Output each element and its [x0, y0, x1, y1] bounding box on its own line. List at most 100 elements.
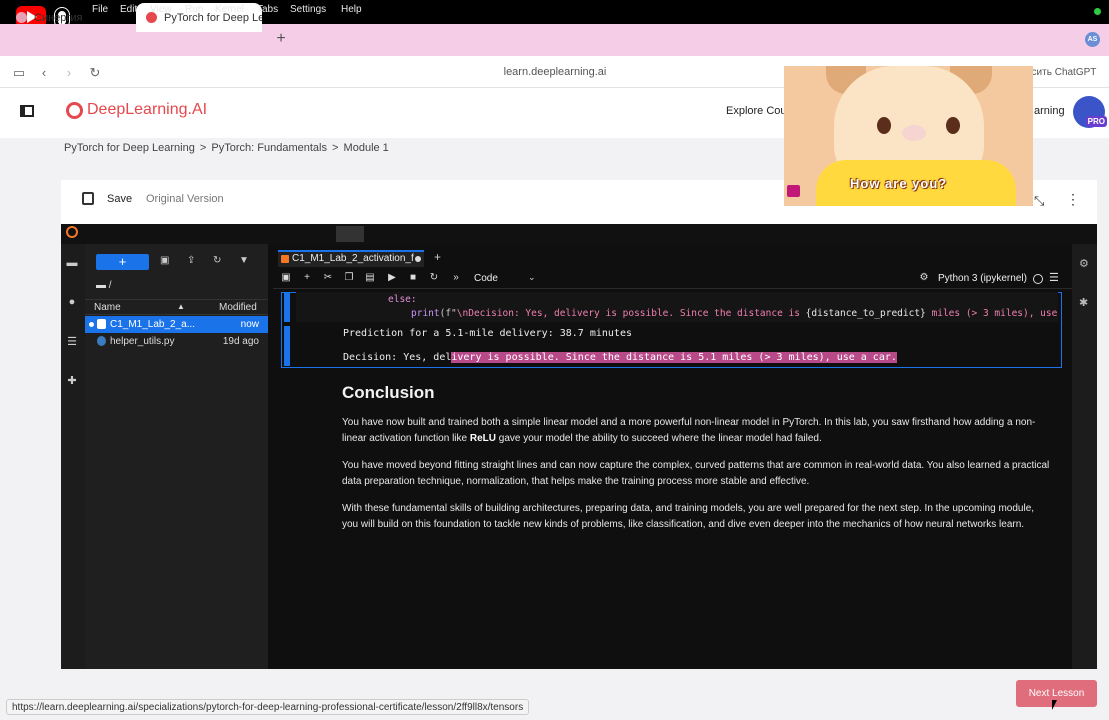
path-text: /	[108, 280, 112, 291]
cell-type-select[interactable]: Code	[474, 273, 498, 284]
user-avatar[interactable]: PRO	[1073, 96, 1107, 128]
menu-view[interactable]: View	[150, 4, 172, 15]
code-string: \nDecision: Yes, delivery is possible. S…	[456, 308, 806, 319]
new-launcher-button[interactable]: +	[96, 254, 149, 270]
back-arrow-icon[interactable]: ‹	[36, 65, 52, 80]
code-string-tail: miles (> 3 miles), use	[925, 308, 1058, 319]
run-all-icon[interactable]: »	[450, 272, 462, 283]
character-eye	[877, 117, 891, 134]
file-path[interactable]: ▬ /	[96, 280, 112, 291]
breadcrumb-course-part[interactable]: PyTorch: Fundamentals	[211, 142, 327, 154]
refresh-icon[interactable]: ↻	[213, 255, 221, 266]
file-row-helper[interactable]: helper_utils.py 19d ago	[85, 333, 268, 350]
sinergia-favicon-icon	[16, 12, 27, 23]
logo-text: DeepLearning.AI	[87, 101, 208, 118]
chatgpt-extension-label[interactable]: осить ChatGPT	[1026, 67, 1096, 78]
output-plain-text: Decision: Yes, del	[343, 352, 452, 363]
conclusion-heading: Conclusion	[342, 383, 435, 402]
run-icon[interactable]: ▶	[386, 272, 398, 283]
url-field[interactable]: learn.deeplearning.ai	[460, 66, 650, 78]
code-line-print: print(f"\nDecision: Yes, delivery is pos…	[411, 308, 1057, 319]
menu-tabs[interactable]: Tabs	[257, 4, 278, 15]
output-selected-text[interactable]: ivery is possible. Since the distance is…	[451, 352, 897, 363]
folder-icon[interactable]: ▬	[65, 257, 79, 269]
tab-label: Синергия	[34, 11, 83, 24]
breadcrumb-separator: >	[332, 142, 339, 154]
conclusion-paragraph-1: You have now built and trained both a si…	[342, 415, 1052, 447]
menu-run[interactable]: Run	[185, 4, 203, 15]
breadcrumb-course[interactable]: PyTorch for Deep Learning	[64, 142, 195, 154]
my-learning-link[interactable]: arning	[1034, 105, 1065, 117]
menu-kernel[interactable]: Kernel	[215, 4, 244, 15]
forward-arrow-icon[interactable]: ›	[61, 65, 77, 80]
name-column-header[interactable]: Name	[94, 302, 121, 313]
character-eye	[946, 117, 960, 134]
filter-icon[interactable]: ▼	[239, 255, 249, 266]
code-fstring-prefix: (f"	[439, 308, 457, 319]
kernel-name[interactable]: Python 3 (ipykernel)	[938, 273, 1027, 284]
sort-up-icon[interactable]: ▲	[177, 302, 185, 311]
notebook-file-icon	[97, 319, 106, 329]
new-folder-icon[interactable]: ▣	[160, 255, 169, 266]
relu-bold: ReLU	[469, 433, 496, 444]
profile-avatar[interactable]: AS	[1085, 32, 1100, 47]
menu-file[interactable]: File	[92, 4, 108, 15]
cell-collapser[interactable]	[284, 292, 290, 322]
hamburger-menu-icon[interactable]: ☰	[1049, 271, 1059, 284]
chevron-down-icon[interactable]: ⌄	[528, 272, 536, 283]
file-modified: now	[240, 319, 259, 330]
expand-icon[interactable]: ⤡	[1034, 193, 1044, 209]
extensions-puzzle-icon[interactable]: ✚	[65, 374, 79, 387]
original-version-button[interactable]: Original Version	[146, 193, 224, 205]
character-mouth	[902, 125, 926, 141]
python-file-icon	[97, 336, 106, 346]
copy-icon[interactable]: ❐	[343, 272, 355, 283]
new-tab-button[interactable]: +	[272, 30, 290, 48]
kernel-settings-icon[interactable]: ⚙	[918, 272, 930, 283]
conclusion-paragraph-3: With these fundamental skills of buildin…	[342, 503, 1035, 530]
cell-output-line: Prediction for a 5.1-mile delivery: 38.7…	[343, 328, 632, 339]
kernel-status-icon	[1033, 274, 1043, 284]
modified-column-header[interactable]: Modified	[219, 302, 257, 313]
code-variable: {distance_to_predict}	[805, 308, 926, 319]
notebook-tab-label: C1_M1_Lab_2_activation_f	[292, 253, 414, 264]
notebook-icon	[281, 255, 289, 263]
file-modified: 19d ago	[222, 336, 259, 347]
debugger-icon[interactable]: ✱	[1079, 296, 1088, 309]
file-name: C1_M1_Lab_2_a...	[110, 319, 196, 330]
jupyter-menu-bar	[61, 224, 1097, 244]
cut-icon[interactable]: ✂	[322, 272, 334, 283]
tab-label: PyTorch for Deep Lea	[164, 11, 262, 24]
paste-icon[interactable]: ▤	[364, 272, 376, 283]
reload-icon[interactable]: ↻	[87, 65, 103, 81]
save-icon[interactable]	[82, 192, 94, 205]
help-menu-highlight	[336, 226, 364, 242]
code-print-keyword: print	[411, 308, 440, 319]
breadcrumb-separator: >	[199, 142, 207, 154]
notebook-tab[interactable]: C1_M1_Lab_2_activation_f	[278, 250, 424, 267]
insert-cell-icon[interactable]: +	[301, 272, 313, 283]
running-kernels-icon[interactable]: ●	[65, 296, 79, 308]
stop-icon[interactable]: ■	[407, 272, 419, 283]
upload-icon[interactable]: ⇪	[187, 255, 195, 266]
browser-tab-sinergia[interactable]: Синергия	[6, 3, 134, 32]
explore-courses-link[interactable]: Explore Cou	[726, 105, 787, 117]
menu-edit[interactable]: Edit	[120, 4, 137, 15]
new-tab-plus-icon[interactable]: +	[434, 250, 441, 264]
output-collapser[interactable]	[284, 326, 290, 366]
save-button[interactable]: Save	[107, 193, 132, 205]
menu-help[interactable]: Help	[341, 4, 362, 15]
deeplearning-logo[interactable]: DeepLearning.AI	[66, 101, 207, 119]
property-inspector-icon[interactable]: ⚙	[1079, 257, 1089, 270]
table-of-contents-icon[interactable]: ☰	[65, 335, 79, 348]
restart-icon[interactable]: ↻	[428, 272, 440, 283]
sidebar-toggle-icon[interactable]	[20, 105, 34, 117]
more-options-icon[interactable]: ⋮	[1066, 191, 1080, 208]
save-notebook-icon[interactable]: ▣	[280, 272, 292, 283]
sidebar-panel-icon[interactable]: ▭	[11, 65, 27, 81]
breadcrumb: PyTorch for Deep Learning > PyTorch: Fun…	[64, 142, 391, 154]
unsaved-dot-icon[interactable]	[415, 256, 421, 262]
cell-output-decision: Decision: Yes, delivery is possible. Sin…	[343, 352, 897, 363]
file-row-notebook[interactable]: C1_M1_Lab_2_a... now	[85, 316, 268, 333]
menu-settings[interactable]: Settings	[290, 4, 326, 15]
